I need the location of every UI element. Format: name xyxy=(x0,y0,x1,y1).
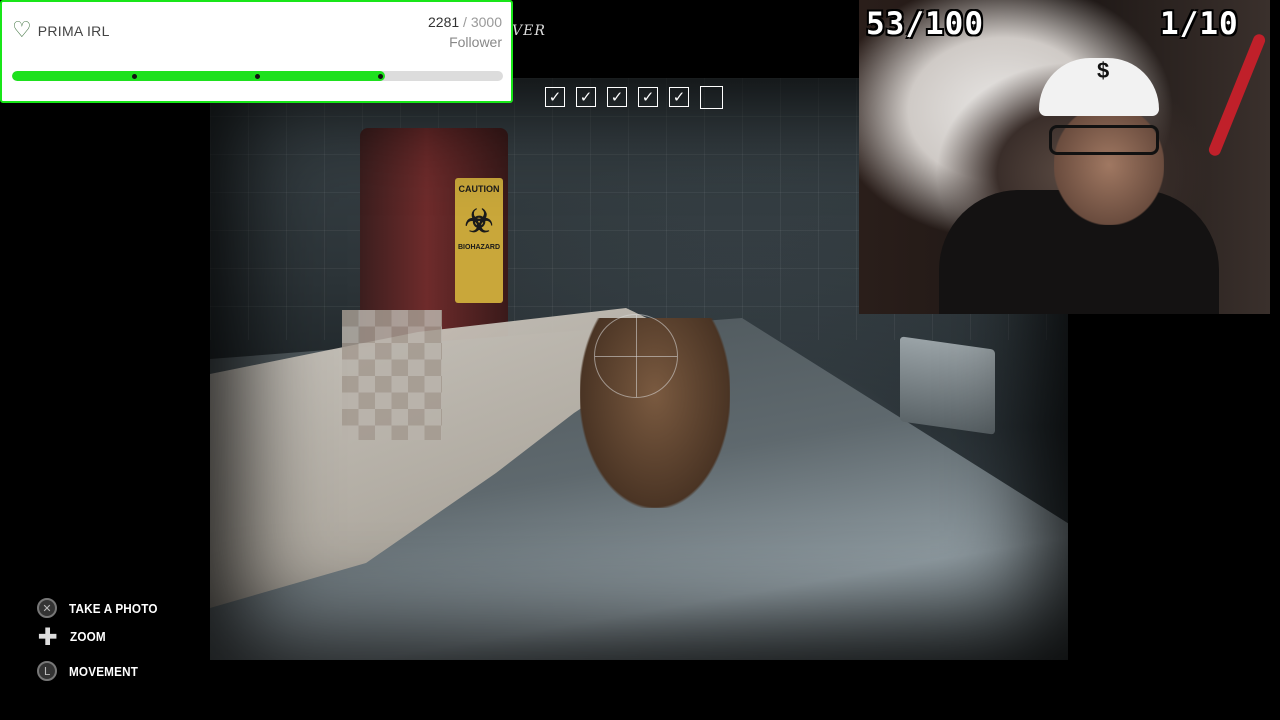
goal-unit: Follower xyxy=(449,34,502,50)
control-hint-label: ZOOM xyxy=(70,629,106,644)
streamer-face xyxy=(1054,105,1164,225)
checkbox-empty xyxy=(700,86,723,109)
goal-current: 2281 xyxy=(428,14,460,30)
cross-button-icon: ✕ xyxy=(37,598,57,618)
milestone-dot xyxy=(255,74,260,79)
biohazard-icon: ☣ xyxy=(464,203,494,239)
camera-reticle-icon xyxy=(594,314,678,398)
bin-caution-text: CAUTION xyxy=(458,184,500,194)
biohazard-label: CAUTION ☣ BIOHAZARD xyxy=(455,178,503,303)
checkmark-icon: ✓ xyxy=(610,87,624,106)
milestone-dot xyxy=(377,74,383,79)
control-hint: ✚ ZOOM xyxy=(37,622,110,651)
photo-counter: 53/100 xyxy=(866,6,984,42)
checkbox-checked: ✓ xyxy=(638,87,658,107)
brand-name: PRIMA IRL xyxy=(37,23,110,39)
left-stick-icon: L xyxy=(37,661,57,681)
control-hint: L MOVEMENT xyxy=(37,661,146,681)
objective-text: VER xyxy=(512,23,546,39)
goal-total: / 3000 xyxy=(459,14,502,30)
control-hint-label: MOVEMENT xyxy=(69,663,139,679)
bin-biohazard-text: BIOHAZARD xyxy=(458,244,500,251)
cap-logo-icon: $ xyxy=(1097,58,1110,83)
checkbox-checked: ✓ xyxy=(576,87,596,107)
checkmark-icon: ✓ xyxy=(641,87,655,106)
webcam-feed: $ xyxy=(859,0,1270,314)
follower-goal-widget: ♡ PRIMA IRL 2281 / 3000 Follower xyxy=(0,0,513,103)
goal-brand: ♡ PRIMA IRL xyxy=(12,20,110,42)
checkbox-checked: ✓ xyxy=(607,87,627,107)
heart-logo-icon: ♡ xyxy=(12,18,32,43)
goal-progress-fill xyxy=(12,71,386,81)
checkbox-checked: ✓ xyxy=(669,87,689,107)
censor-pixelation xyxy=(342,310,442,440)
checkmark-icon: ✓ xyxy=(672,87,686,106)
metal-tray xyxy=(900,336,995,435)
control-hint: ✕ TAKE A PHOTO xyxy=(37,598,167,618)
checkmark-icon: ✓ xyxy=(579,87,593,106)
streamer-glasses xyxy=(1049,125,1159,155)
dpad-icon: ✚ xyxy=(37,622,58,651)
checkbox-checked: ✓ xyxy=(545,87,565,107)
microphone-arm xyxy=(1207,32,1267,158)
control-hint-label: TAKE A PHOTO xyxy=(69,600,158,616)
level-counter: 1/10 xyxy=(1160,6,1239,42)
checkmark-icon: ✓ xyxy=(548,87,562,106)
photo-checklist: ✓ ✓ ✓ ✓ ✓ xyxy=(545,86,723,109)
goal-count: 2281 / 3000 xyxy=(428,14,502,30)
